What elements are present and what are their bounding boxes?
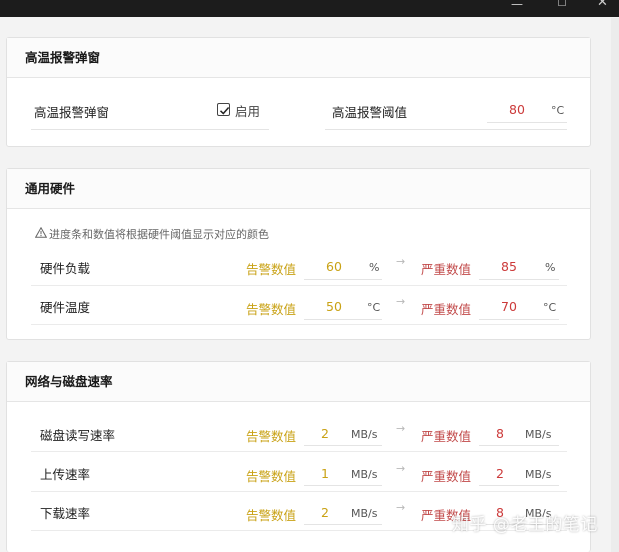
warn-label: 告警数值 [246,469,297,484]
arrow-icon: → [396,422,406,435]
network-card-header: 网络与磁盘速率 [7,362,590,402]
warn-unit: MB/s [351,428,378,441]
warn-input[interactable]: 50 [304,299,364,314]
watermark: 知乎 @老王的笔记 [452,515,598,535]
network-row-label: 下载速率 [40,506,91,521]
warn-input-underline [304,279,382,280]
window-titlebar: — ☐ ✕ [0,0,619,17]
network-row-label: 磁盘读写速率 [40,428,116,443]
threshold-underline [487,122,567,123]
warn-input-underline [304,485,382,486]
enable-label[interactable]: 启用 [235,101,260,120]
warn-unit: °C [367,301,381,314]
close-button[interactable]: ✕ [586,0,619,17]
warn-input[interactable]: 1 [304,466,346,481]
threshold-input[interactable]: 80 [487,102,547,117]
hardware-card: 通用硬件 进度条和数值将根据硬件阈值显示对应的颜色 硬件负载 告警数值 60 %… [6,168,591,340]
row-separator [31,451,567,452]
hardware-row-label: 硬件温度 [40,300,91,315]
warn-unit: MB/s [351,468,378,481]
crit-input[interactable]: 8 [479,426,521,441]
crit-unit: % [545,261,556,274]
arrow-icon: → [396,501,406,514]
warn-input[interactable]: 2 [304,426,346,441]
warn-input[interactable]: 60 [304,259,364,274]
warning-icon [35,227,47,238]
warn-label: 告警数值 [246,508,297,523]
maximize-button[interactable]: ☐ [542,0,582,17]
warn-unit: MB/s [351,507,378,520]
warn-unit: % [369,261,380,274]
hardware-card-header: 通用硬件 [7,169,590,209]
arrow-icon: → [396,462,406,475]
popup-label: 高温报警弹窗 [34,105,110,120]
enable-checkbox[interactable] [217,103,230,116]
high-temp-card: 高温报警弹窗 高温报警弹窗 启用 高温报警阈值 80 °C [6,37,591,147]
crit-label: 严重数值 [421,302,472,317]
crit-input-underline [479,319,559,320]
crit-input[interactable]: 85 [479,259,539,274]
crit-input-underline [479,445,559,446]
high-temp-card-header: 高温报警弹窗 [7,38,590,78]
crit-input[interactable]: 70 [479,299,539,314]
warn-label: 告警数值 [246,429,297,444]
hardware-hint: 进度条和数值将根据硬件阈值显示对应的颜色 [49,228,269,241]
crit-unit: MB/s [525,468,552,481]
threshold-unit: °C [551,104,565,117]
crit-input[interactable]: 2 [479,466,521,481]
threshold-row-underline [325,129,567,130]
arrow-icon: → [396,255,406,268]
warn-label: 告警数值 [246,262,297,277]
arrow-icon: → [396,295,406,308]
row-separator [31,491,567,492]
network-row-label: 上传速率 [40,467,91,482]
warn-label: 告警数值 [246,302,297,317]
crit-label: 严重数值 [421,469,472,484]
threshold-label: 高温报警阈值 [332,105,408,120]
hardware-row-label: 硬件负载 [40,261,91,276]
popup-row-underline [31,129,269,130]
crit-input-underline [479,279,559,280]
crit-unit: MB/s [525,428,552,441]
checkmark-icon [219,107,230,115]
crit-label: 严重数值 [421,262,472,277]
row-separator [31,324,567,325]
crit-unit: °C [543,301,557,314]
row-separator [31,285,567,286]
minimize-button[interactable]: — [497,0,537,17]
crit-input-underline [479,485,559,486]
warn-input-underline [304,524,382,525]
warn-input-underline [304,445,382,446]
crit-label: 严重数值 [421,429,472,444]
warn-input[interactable]: 2 [304,505,346,520]
warn-input-underline [304,319,382,320]
vertical-scrollbar[interactable] [611,18,619,552]
